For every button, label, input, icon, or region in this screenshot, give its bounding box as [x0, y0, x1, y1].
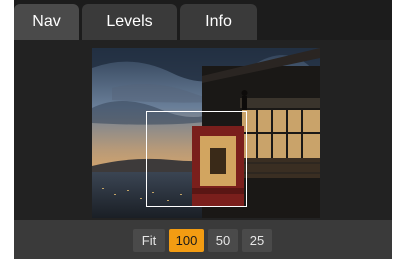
tab-bar: Nav Levels Info: [14, 0, 392, 40]
zoom-25-button[interactable]: 25: [242, 229, 272, 252]
zoom-bar: Fit 100 50 25: [14, 220, 392, 259]
visible-area-rectangle[interactable]: [146, 111, 247, 207]
image-thumbnail[interactable]: [92, 48, 320, 218]
zoom-fit-button[interactable]: Fit: [133, 229, 165, 252]
tab-levels[interactable]: Levels: [82, 4, 177, 40]
tab-nav[interactable]: Nav: [14, 4, 79, 40]
tab-info[interactable]: Info: [180, 4, 257, 40]
navigator-content: [14, 40, 392, 220]
zoom-100-button[interactable]: 100: [169, 229, 204, 252]
zoom-50-button[interactable]: 50: [208, 229, 238, 252]
navigator-panel: Nav Levels Info Fit 100 50 25: [14, 0, 392, 259]
